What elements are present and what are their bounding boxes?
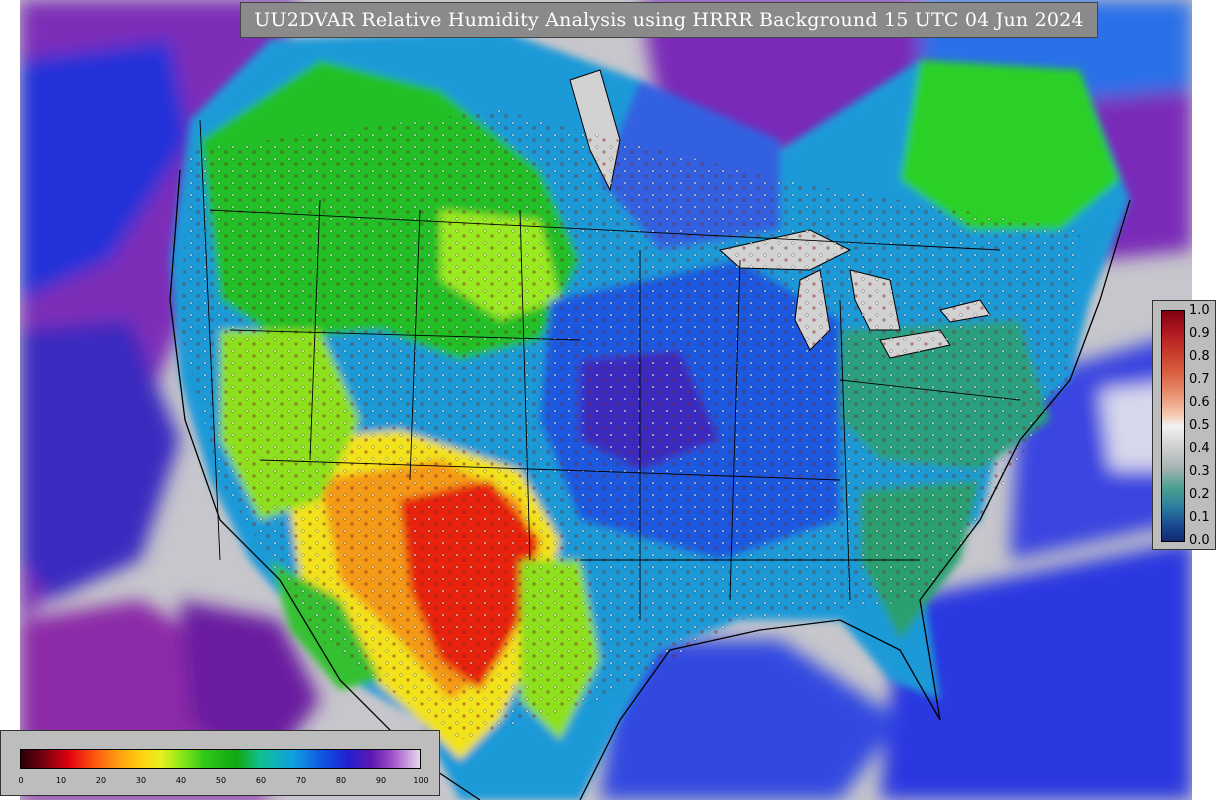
rh-tick: 30 bbox=[135, 776, 147, 785]
rh-tick: 0 bbox=[18, 776, 24, 785]
rh-tick: 70 bbox=[295, 776, 307, 785]
rh-tick: 100 bbox=[413, 776, 429, 785]
observation-colorbar-legend: 1.0 0.9 0.8 0.7 0.6 0.5 0.4 0.3 0.2 0.1 … bbox=[1152, 300, 1216, 550]
rh-tick: 40 bbox=[175, 776, 187, 785]
ratio-tick: 0.3 bbox=[1189, 464, 1210, 479]
humidity-map bbox=[20, 0, 1192, 800]
ratio-tick: 0.8 bbox=[1189, 349, 1210, 364]
rh-colorbar-legend: 0 10 20 30 40 50 60 70 80 90 100 bbox=[0, 730, 440, 796]
ratio-tick: 0.4 bbox=[1189, 441, 1210, 456]
ratio-tick: 0.2 bbox=[1189, 487, 1210, 502]
rh-tick: 10 bbox=[55, 776, 67, 785]
map-canvas bbox=[20, 0, 1192, 800]
rh-tick: 80 bbox=[335, 776, 347, 785]
rh-tick: 90 bbox=[375, 776, 387, 785]
ratio-tick: 0.1 bbox=[1189, 510, 1210, 525]
rh-colorbar bbox=[20, 749, 421, 769]
rh-tick: 50 bbox=[215, 776, 227, 785]
rh-tick: 20 bbox=[95, 776, 107, 785]
ratio-tick: 0.9 bbox=[1189, 326, 1210, 341]
rh-tick: 60 bbox=[255, 776, 267, 785]
observation-colorbar bbox=[1161, 310, 1185, 542]
ratio-tick: 0.7 bbox=[1189, 372, 1210, 387]
ratio-tick: 1.0 bbox=[1189, 303, 1210, 318]
map-title: UU2DVAR Relative Humidity Analysis using… bbox=[240, 2, 1098, 38]
ratio-tick: 0.0 bbox=[1189, 533, 1210, 548]
ratio-tick: 0.6 bbox=[1189, 395, 1210, 410]
ratio-tick: 0.5 bbox=[1189, 418, 1210, 433]
